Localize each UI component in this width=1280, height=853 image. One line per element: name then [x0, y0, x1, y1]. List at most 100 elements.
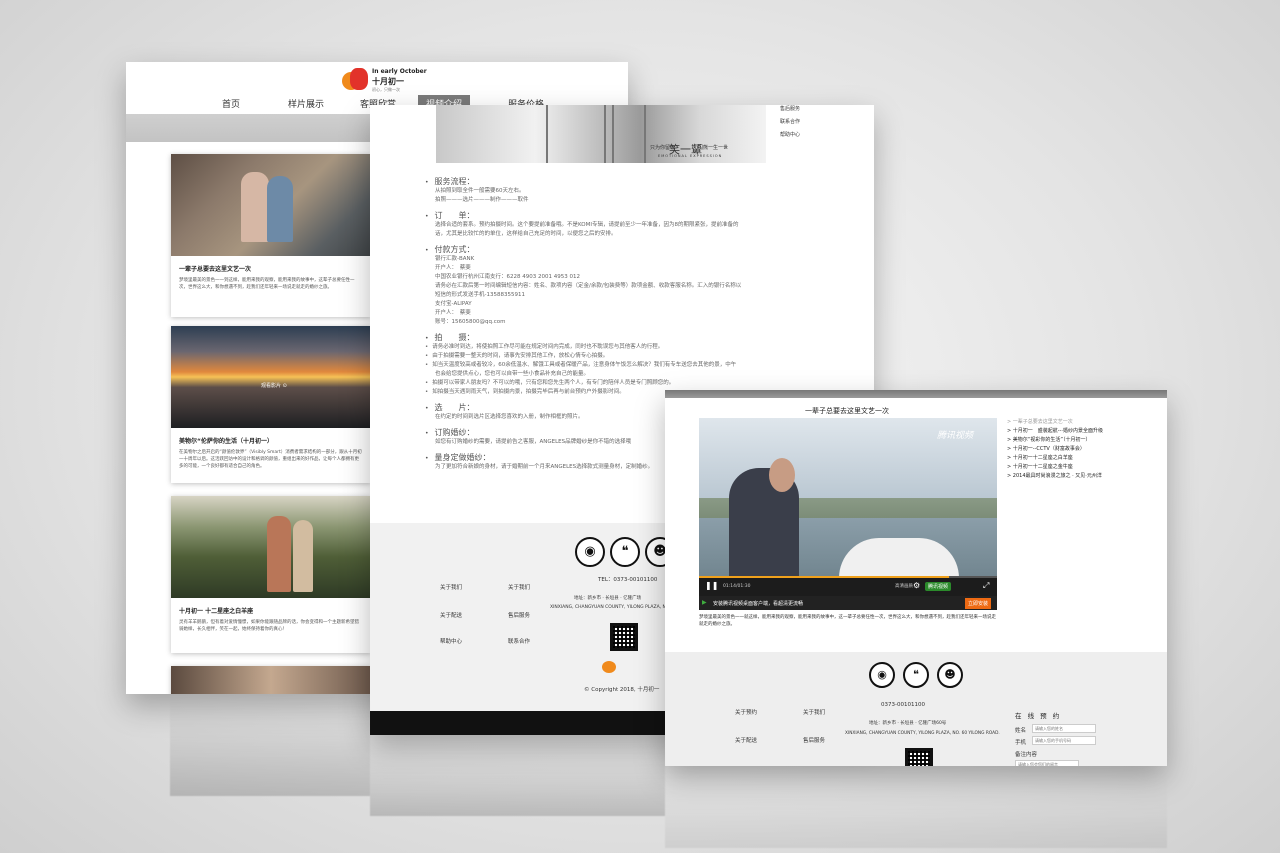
footer-copyright: © Copyright 2018, 十月初一	[584, 687, 660, 693]
playlist-item[interactable]: 十月初一--CCTV（财富故事会）	[1007, 445, 1103, 454]
banner-image: 只为你留存 笑一颦 闪熊一生一世 EMOTIONAL EXPRESSION	[436, 105, 766, 163]
section-line: 开户人： 蔡斐	[435, 265, 471, 271]
install-button[interactable]: 立即安装	[965, 598, 992, 609]
section-line: 请务必在汇款后第一时间编辑短信内容：姓名、款项内容（定金/余款/包装费等）款项金…	[435, 283, 742, 289]
footer-link-about[interactable]: 关于我们	[803, 708, 825, 716]
playlist-item[interactable]: 十月初一十二星座之白羊座	[1007, 454, 1103, 463]
tencent-video-button[interactable]: 腾讯视频	[925, 582, 952, 591]
video-player[interactable]: 腾讯视频 ❚❚ 01:14/01:30 高清画质 ⚙ 腾讯视频 ⤢ ▶ 安装腾讯…	[699, 418, 997, 610]
playlist-item[interactable]: 2014最具时尚浪漫之旅之 · 又见·元州洋	[1007, 472, 1103, 481]
video-frame-bride	[839, 538, 959, 578]
section-line: 从拍照到取全件一般需要60天左右。	[435, 188, 525, 194]
site-footer: ◉ ❝ ☻ 0373-00101100 关于预约 关于我们 关于配送 售后服务 …	[665, 652, 1167, 766]
post-image-portrait	[171, 666, 371, 694]
ad-text: 安装腾讯视频桌面客户端，看超清更流畅	[713, 601, 804, 607]
nav-item-home[interactable]: 首页	[222, 97, 240, 110]
pause-icon[interactable]: ❚❚	[705, 581, 718, 590]
post-title[interactable]: 一辈子总要去这里文艺一次	[171, 256, 371, 277]
section-title: 服务流程：	[425, 176, 845, 187]
weibo-icon[interactable]: ◉	[575, 537, 605, 567]
shoot-bullet: 如当天温度较高或者较冷，60余低温水、解饿工具或者保暖产品，注意身体午饭怎么解决…	[425, 361, 845, 370]
footer-link-delivery[interactable]: 关于配送	[735, 736, 757, 744]
link-help[interactable]: 帮助中心	[780, 131, 800, 144]
section-line: 话，尤其是比较忙的的单位，这样给自己充足的时间，以便您之后的安排。	[435, 231, 617, 237]
banner-window	[612, 105, 646, 163]
booking-form: 在 线 预 约 姓名 手机 备注内容	[1015, 710, 1096, 766]
name-field[interactable]	[1032, 724, 1096, 733]
post-card[interactable]: 十月初一 十二星座之白羊座 灵有羊羊鹅鹅，但有着对爱情憧憬，如果你能跟随品牌的话…	[171, 496, 371, 653]
post-card[interactable]: 观看影片 ⊙ 美物尔“伦萨你的生活（十月初一） 在美物尔之后开启的“颜值伦敦界”…	[171, 326, 371, 483]
playlist-item[interactable]: 十月初一十二星座之金牛座	[1007, 463, 1103, 472]
link-after-sales[interactable]: 售后服务	[780, 105, 800, 118]
qr-code-icon	[610, 623, 638, 651]
section-line: 短信的形式发送手机-13588355911	[435, 292, 525, 298]
section-line: 选择合适的套系。预约拍摄时间。这个要提前准备哦。不是KOMI专辑，请提前至少一年…	[435, 222, 739, 228]
footer-link-cooperation[interactable]: 联系合作	[508, 637, 530, 645]
shoot-bullet: 拍摄可以带家人朋友吗？不可以的哦，只有您和您先生两个人，有专门的陪伴人员是专门照…	[425, 379, 845, 388]
banner-caption-sub: EMOTIONAL EXPRESSION	[658, 154, 723, 158]
playlist-item[interactable]: 一辈子总要去这里文艺一次	[1007, 418, 1103, 427]
logo-tagline: 初心，只做一次	[372, 87, 400, 92]
nav-item-samples[interactable]: 样片展示	[288, 97, 324, 110]
logo-text-cn: 十月初一	[372, 77, 404, 86]
side-links: 售后服务 联系合作 帮助中心	[780, 105, 800, 144]
wechat-icon[interactable]: ❝	[610, 537, 640, 567]
phone-field[interactable]	[1032, 736, 1096, 745]
page-video-detail: 一辈子总要去这里文艺一次 腾讯视频 ❚❚ 01:14/01:30 高清画质 ⚙ …	[665, 390, 1167, 766]
logo-icon[interactable]	[342, 68, 368, 92]
page-reflection	[170, 696, 370, 796]
page-reflection	[665, 768, 1167, 848]
logo-text-en: In early October	[372, 68, 427, 75]
post-excerpt: 在美物尔之后开启的“颜值伦敦界”（Visibly Smart）消费者需求结构的一…	[179, 450, 362, 469]
post-card[interactable]	[171, 666, 371, 694]
video-time: 01:14/01:30	[723, 584, 751, 589]
footer-link-booking[interactable]: 关于预约	[735, 708, 757, 716]
video-description: 梦境里最美的景色一一就这样，能用来我的观察，能用来我的故事中，这一辈子总要任性一…	[699, 615, 996, 627]
footer-link-booking[interactable]: 关于我们	[440, 583, 462, 591]
footer-link-about[interactable]: 关于我们	[508, 583, 530, 591]
settings-icon[interactable]: ⚙	[913, 581, 920, 590]
playlist-item[interactable]: 美物尔“视彩你的生活”（十月初一）	[1007, 436, 1103, 445]
footer-link-after-sales[interactable]: 售后服务	[803, 736, 825, 744]
footer-address-cn: 地址：新乡市 · 长垣县 · 亿隆广场	[574, 596, 642, 601]
post-card[interactable]: 一辈子总要去这里文艺一次 梦境里最美的景色一一到这样，能用来我的观察，能用来我的…	[171, 154, 371, 317]
definition-select[interactable]: 高清画质	[895, 583, 913, 589]
post-image-forest-couple	[171, 496, 371, 598]
section-title: 付款方式：	[425, 244, 845, 255]
banner-window	[546, 105, 606, 163]
wechat-icon[interactable]: ❝	[903, 662, 929, 688]
banner-caption-right: 闪熊一生一世	[698, 145, 729, 151]
fullscreen-icon[interactable]: ⤢	[983, 581, 989, 591]
playlist-item[interactable]: 十月初一 盛装起航--·婚纱内景全面升级	[1007, 427, 1103, 436]
client-ad-bar: ▶ 安装腾讯视频桌面客户端，看超清更流畅 立即安装	[699, 596, 997, 610]
post-excerpt: 灵有羊羊鹅鹅，但有着对爱情憧憬，如果你能跟随品牌的话，你会变得和一个主题新希望猎…	[179, 620, 359, 632]
section-line: 开户人： 蔡斐	[435, 310, 471, 316]
footer-tel: 0373-00101100	[881, 702, 925, 708]
section-title: 拍 摄：	[425, 332, 845, 343]
footer-link-help[interactable]: 帮助中心	[440, 637, 462, 645]
play-video-badge[interactable]: 观看影片 ⊙	[261, 382, 287, 389]
post-title[interactable]: 美物尔“伦萨你的生活（十月初一）	[171, 428, 371, 449]
footer-address: XINXIANG, CHANGYUAN COUNTY, YILONG PLAZA…	[550, 605, 671, 610]
page-reflection	[370, 736, 665, 816]
shoot-bullet: 由于拍摄需要一整天的时间，请事先安排其他工作，放松心情专心拍摄。	[425, 352, 845, 361]
play-icon: ▶	[702, 599, 707, 606]
post-title[interactable]: 十月初一 十二星座之白羊座	[171, 598, 371, 619]
remark-label: 备注内容	[1015, 752, 1038, 758]
qq-icon[interactable]: ☻	[937, 662, 963, 688]
section-line: 账号：15605800@qq.com	[435, 319, 506, 325]
link-cooperation[interactable]: 联系合作	[780, 118, 800, 131]
section-line: 支付宝-ALIPAY	[435, 301, 472, 307]
post-image-sunset-city: 观看影片 ⊙	[171, 326, 371, 428]
footer-link-delivery[interactable]: 关于配送	[440, 611, 462, 619]
footer-link-after-sales[interactable]: 售后服务	[508, 611, 530, 619]
top-bar	[665, 390, 1167, 398]
shoot-bullet: 请务必准时到达，将使拍照工作尽可能在规定时间内完成，同时也不耽误您与其他客人的行…	[425, 343, 845, 352]
video-controls: ❚❚ 01:14/01:30 高清画质 ⚙ 腾讯视频 ⤢	[699, 578, 997, 596]
footer-address: XINXIANG, CHANGYUAN COUNTY, YILONG PLAZA…	[845, 731, 1000, 736]
section-line: 银行汇款-BANK	[435, 256, 475, 262]
section-title: 订 单：	[425, 210, 845, 221]
weibo-icon[interactable]: ◉	[869, 662, 895, 688]
remark-field[interactable]	[1015, 760, 1079, 766]
post-image-couple-railway	[171, 154, 371, 256]
